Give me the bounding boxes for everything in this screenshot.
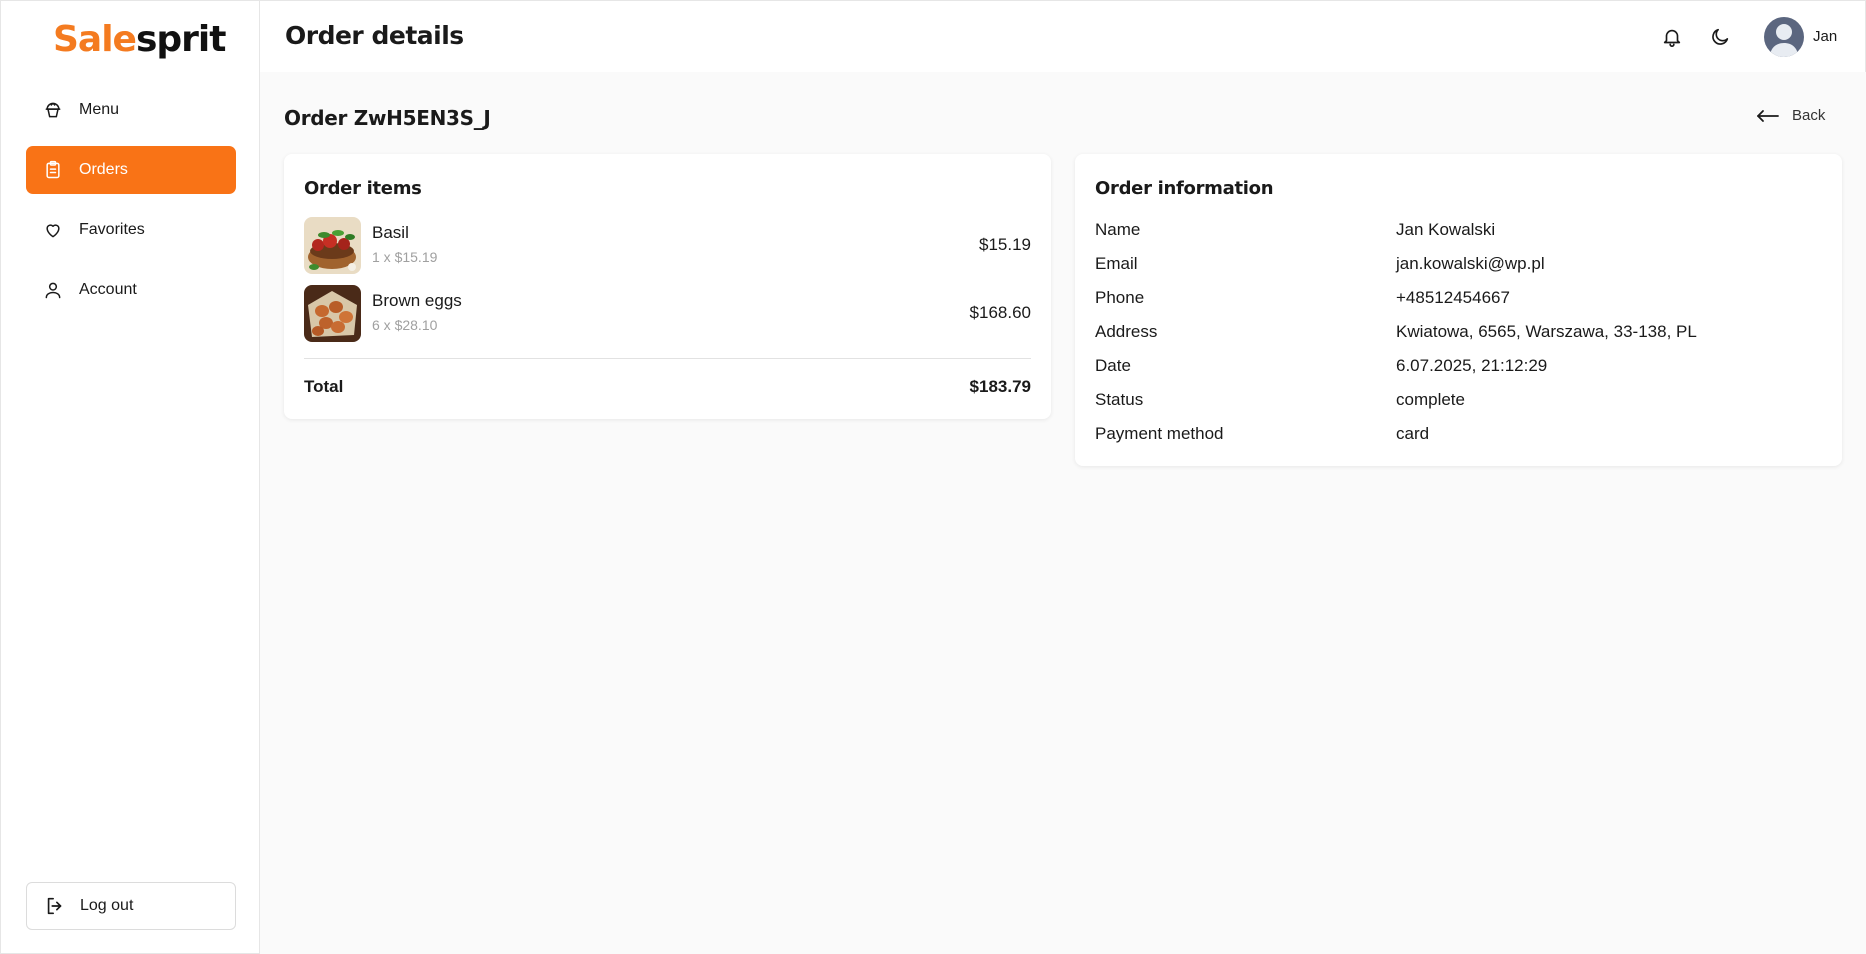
order-information-title: Order information xyxy=(1095,178,1274,199)
item-name: Basil xyxy=(372,223,409,242)
logout-icon xyxy=(44,895,66,917)
sidebar-item-label: Account xyxy=(79,281,137,298)
order-items-card: Order items Basil 1 x $15.19 $15.19 Brow… xyxy=(284,154,1051,419)
sidebar-item-orders[interactable]: Orders xyxy=(26,146,236,194)
info-value: jan.kowalski@wp.pl xyxy=(1396,254,1545,273)
order-heading: Order ZwH5EN3S_J xyxy=(284,106,491,130)
cake-icon xyxy=(43,100,63,120)
divider xyxy=(304,358,1031,359)
info-value: +48512454667 xyxy=(1396,288,1510,307)
info-value: complete xyxy=(1396,390,1465,409)
total-value: $183.79 xyxy=(969,377,1031,396)
sidebar-item-label: Menu xyxy=(79,101,120,118)
sidebar-item-label: Favorites xyxy=(79,221,145,238)
info-label: Name xyxy=(1095,220,1141,239)
sidebar: Salesprit Menu Orders Favorites Account … xyxy=(0,0,260,954)
sidebar-item-label: Orders xyxy=(79,161,128,178)
item-price: $15.19 xyxy=(979,235,1031,254)
arrow-left-icon xyxy=(1756,109,1780,123)
brand-logo-part2: sprit xyxy=(135,19,226,60)
info-value: Kwiatowa, 6565, Warszawa, 33-138, PL xyxy=(1396,322,1697,341)
avatar[interactable] xyxy=(1764,17,1804,57)
bell-icon[interactable] xyxy=(1660,25,1684,49)
info-value: card xyxy=(1396,424,1430,443)
info-value: 6.07.2025, 21:12:29 xyxy=(1396,356,1548,375)
brand-logo-part1: Sale xyxy=(53,19,137,60)
info-label: Phone xyxy=(1095,288,1145,307)
brown-eggs-thumbnail xyxy=(304,285,361,342)
sidebar-item-account[interactable]: Account xyxy=(26,266,236,314)
order-items-title: Order items xyxy=(304,178,422,199)
total-label: Total xyxy=(304,377,344,396)
heart-icon xyxy=(43,220,63,240)
info-value: Jan Kowalski xyxy=(1396,220,1496,239)
order-information-card: Order information Name Jan Kowalski Emai… xyxy=(1075,154,1842,466)
info-label: Payment method xyxy=(1095,424,1224,443)
top-bar: Order details Jan xyxy=(260,0,1866,72)
item-quantity: 6 x $28.10 xyxy=(372,317,438,333)
clipboard-icon xyxy=(43,160,63,180)
info-label: Address xyxy=(1095,322,1158,341)
info-label: Date xyxy=(1095,356,1131,375)
basil-thumbnail xyxy=(304,217,361,274)
sidebar-item-favorites[interactable]: Favorites xyxy=(26,206,236,254)
item-quantity: 1 x $15.19 xyxy=(372,249,438,265)
item-price: $168.60 xyxy=(969,303,1031,322)
item-name: Brown eggs xyxy=(372,291,462,310)
logout-label: Log out xyxy=(80,897,134,914)
user-name[interactable]: Jan xyxy=(1813,28,1837,45)
order-item: Brown eggs 6 x $28.10 $168.60 xyxy=(304,285,1031,342)
info-label: Email xyxy=(1095,254,1138,273)
sidebar-item-menu[interactable]: Menu xyxy=(26,86,236,134)
page-title: Order details xyxy=(285,21,464,50)
info-label: Status xyxy=(1095,390,1144,409)
back-label: Back xyxy=(1792,107,1826,124)
back-button[interactable]: Back xyxy=(1756,107,1825,124)
logout-button[interactable]: Log out xyxy=(26,882,236,930)
order-item: Basil 1 x $15.19 $15.19 xyxy=(304,217,1031,274)
user-icon xyxy=(43,280,63,300)
brand-logo[interactable]: Salesprit xyxy=(53,19,226,60)
moon-icon[interactable] xyxy=(1708,25,1732,49)
